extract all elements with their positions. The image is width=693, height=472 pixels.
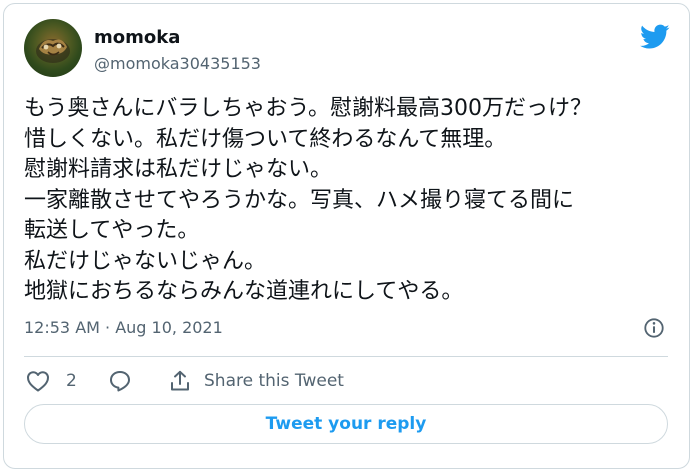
- avatar-image: [36, 39, 70, 63]
- tweet-your-reply-button[interactable]: Tweet your reply: [24, 404, 668, 444]
- tweet-line: 私だけじゃないじゃん。: [24, 248, 267, 274]
- reply-button[interactable]: [108, 368, 132, 394]
- like-count: 2: [66, 371, 77, 391]
- tweet-line: もう奥さんにバラしちゃおう。慰謝料最高300万だっけ？: [24, 96, 593, 121]
- avatar[interactable]: [24, 19, 82, 77]
- author-display-name[interactable]: momoka: [94, 27, 180, 48]
- share-button[interactable]: Share this Tweet: [168, 368, 344, 394]
- tweet-line: 惜しくない。私だけ傷ついて終わるなんて無理。: [24, 126, 507, 152]
- tweet-line: 慰謝料請求は私だけじゃない。: [24, 157, 333, 182]
- author-handle[interactable]: @momoka30435153: [94, 54, 261, 73]
- share-icon: [171, 370, 189, 391]
- share-label: Share this Tweet: [204, 371, 344, 391]
- tweet-line: 地獄におちるならみんな道連れにしてやる。: [24, 279, 464, 304]
- tweet-text: もう奥さんにバラしちゃおう。慰謝料最高300万だっけ？ 惜しくない。私だけ傷つい…: [24, 94, 674, 308]
- heart-icon: [27, 371, 49, 392]
- info-icon[interactable]: [643, 317, 665, 339]
- divider: [24, 356, 668, 357]
- comment-bubble-icon: [110, 371, 130, 392]
- twitter-bird-icon[interactable]: [640, 24, 670, 50]
- tweet-line: 一家離散させてやろうかな。写真、ハメ撮り寝てる間に: [24, 187, 575, 213]
- like-button[interactable]: 2: [26, 368, 77, 394]
- tweet-timestamp[interactable]: 12:53 AM · Aug 10, 2021: [24, 318, 223, 337]
- tweet-line: 転送してやった。: [24, 218, 200, 243]
